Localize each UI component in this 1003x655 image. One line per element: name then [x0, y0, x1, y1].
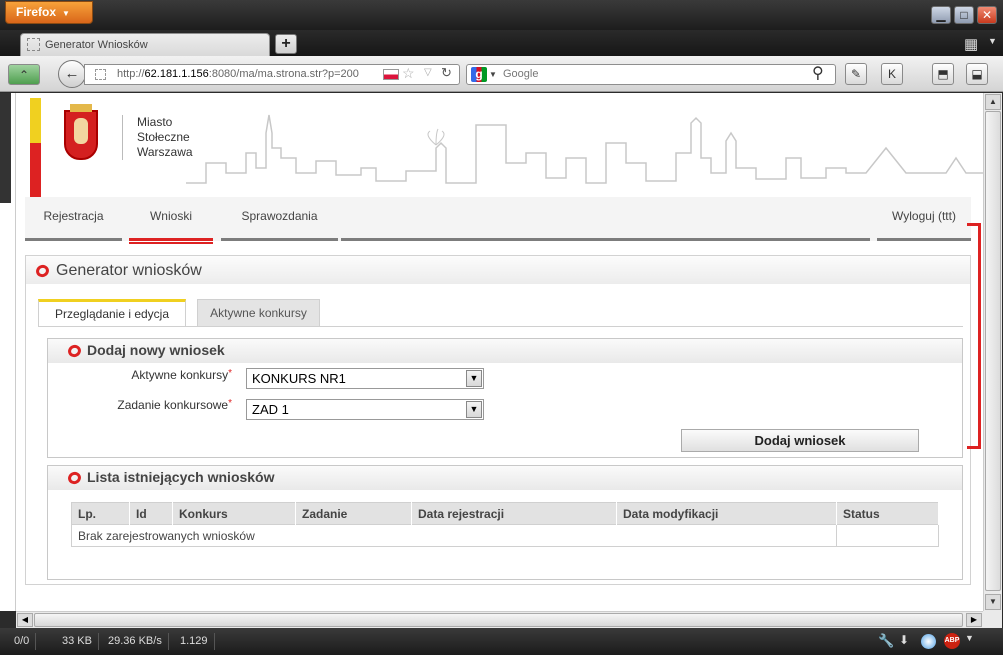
status-bar: 0/0 33 KB 29.36 KB/s 1.129 🔧 ⬇ ABP ▼	[0, 628, 1003, 655]
brand-bar-yellow	[30, 98, 41, 143]
table-header-row: Lp. Id Konkurs Zadanie Data rejestracji …	[71, 502, 939, 525]
column-header[interactable]: Zadanie	[295, 502, 412, 525]
task-select[interactable]: ZAD 1 ▼	[246, 399, 484, 420]
menu-item-sprawozdania[interactable]: Sprawozdania	[221, 197, 338, 241]
scroll-thumb[interactable]	[985, 111, 1001, 591]
page-title: Generator wniosków	[56, 262, 202, 279]
scroll-right-button[interactable]: ▶	[966, 613, 982, 627]
maximize-button[interactable]: □	[954, 6, 974, 24]
column-header[interactable]: Konkurs	[172, 502, 296, 525]
bookmarks-icon[interactable]: ⬓	[966, 63, 988, 85]
new-tab-button[interactable]: +	[275, 34, 297, 54]
scroll-corner	[983, 611, 1002, 628]
menu-item-wnioski[interactable]: Wnioski	[129, 197, 213, 244]
tabs-divider	[38, 326, 963, 327]
empty-message: Brak zarejestrowanych wniosków	[71, 524, 837, 547]
reload-icon[interactable]: ↻	[441, 65, 452, 81]
highlighter-icon[interactable]: ✎	[845, 63, 867, 85]
flag-icon	[383, 69, 399, 80]
column-header[interactable]: Lp.	[71, 502, 130, 525]
page-favicon-icon	[27, 38, 40, 51]
addon-icon[interactable]: ⌃	[8, 64, 40, 85]
chevron-down-icon[interactable]: ▼	[466, 401, 482, 418]
vertical-scrollbar[interactable]: ▲ ▼	[983, 93, 1002, 611]
menu-item-rejestracja[interactable]: Rejestracja	[25, 197, 122, 241]
chevron-down-icon[interactable]: ▼	[466, 370, 482, 387]
browser-tab[interactable]: Generator Wniosków	[20, 33, 270, 57]
logout-link[interactable]: Wyloguj (ttt)	[877, 197, 971, 241]
menu-spacer	[341, 197, 870, 241]
column-header[interactable]: Id	[129, 502, 173, 525]
add-request-button[interactable]: Dodaj wniosek	[681, 429, 919, 452]
scroll-down-button[interactable]: ▼	[985, 594, 1001, 610]
back-button[interactable]: ←	[58, 60, 86, 88]
search-icon[interactable]: ⚲	[812, 63, 824, 83]
sidebar-edge	[0, 93, 16, 611]
download-manager-icon[interactable]: ⬒	[932, 63, 954, 85]
contest-label: Aktywne konkursy*	[131, 368, 232, 382]
chevron-down-icon[interactable]: ▼	[965, 633, 974, 643]
scroll-up-button[interactable]: ▲	[985, 94, 1001, 110]
window-titlebar	[0, 0, 1003, 30]
scroll-left-button[interactable]: ◀	[17, 613, 33, 627]
search-input[interactable]: g ▼ Google	[466, 64, 836, 85]
warsaw-crest-logo	[64, 104, 98, 160]
firefox-menu-button[interactable]: Firefox ▼	[5, 1, 93, 24]
globe-icon[interactable]	[921, 634, 936, 649]
table-row: Brak zarejestrowanych wniosków	[71, 524, 939, 547]
tab-aktywne-konkursy[interactable]: Aktywne konkursy	[197, 299, 320, 327]
status-items: 0/0	[8, 633, 37, 650]
site-identity-icon[interactable]	[95, 69, 106, 80]
minimize-button[interactable]: ▁	[931, 6, 951, 24]
column-header[interactable]: Status	[836, 502, 939, 525]
task-label: Zadanie konkursowe*	[117, 398, 232, 412]
list-tabs-icon[interactable]: ▼	[988, 36, 997, 46]
annotation-bracket	[967, 223, 981, 449]
google-engine-icon[interactable]: g	[471, 67, 487, 82]
tab-groups-icon[interactable]: ▦	[964, 35, 984, 53]
brand-bar-red	[30, 143, 41, 199]
tab-przegladanie[interactable]: Przeglądanie i edycja	[38, 299, 186, 327]
url-history-dropdown-icon[interactable]: ▽	[424, 67, 432, 78]
column-header[interactable]: Data rejestracji	[411, 502, 617, 525]
scroll-thumb[interactable]	[34, 613, 963, 627]
extension-k-icon[interactable]: K	[881, 63, 903, 85]
skyline-graphic	[186, 114, 983, 184]
adblock-icon[interactable]: ABP	[944, 633, 960, 649]
add-request-title: Dodaj nowy wniosek	[87, 342, 225, 358]
request-list-title: Lista istniejących wniosków	[87, 469, 275, 485]
status-size: 33 KB	[56, 633, 99, 650]
wrench-icon[interactable]: 🔧	[878, 633, 894, 649]
tab-title: Generator Wniosków	[45, 39, 148, 51]
contest-select[interactable]: KONKURS NR1 ▼	[246, 368, 484, 389]
bookmark-star-icon[interactable]: ☆	[402, 65, 415, 82]
status-ratio: 1.129	[174, 633, 215, 650]
close-window-button[interactable]: ✕	[977, 6, 997, 24]
page-content: Miasto Stołeczne Warszawa Rejestracja Wnio…	[16, 93, 983, 611]
download-icon[interactable]: ⬇	[899, 633, 909, 647]
requests-table: Lp. Id Konkurs Zadanie Data rejestracji …	[71, 502, 939, 547]
horizontal-scrollbar[interactable]: ◀ ▶	[16, 611, 983, 628]
column-header[interactable]: Data modyfikacji	[616, 502, 837, 525]
status-speed: 29.36 KB/s	[102, 633, 169, 650]
